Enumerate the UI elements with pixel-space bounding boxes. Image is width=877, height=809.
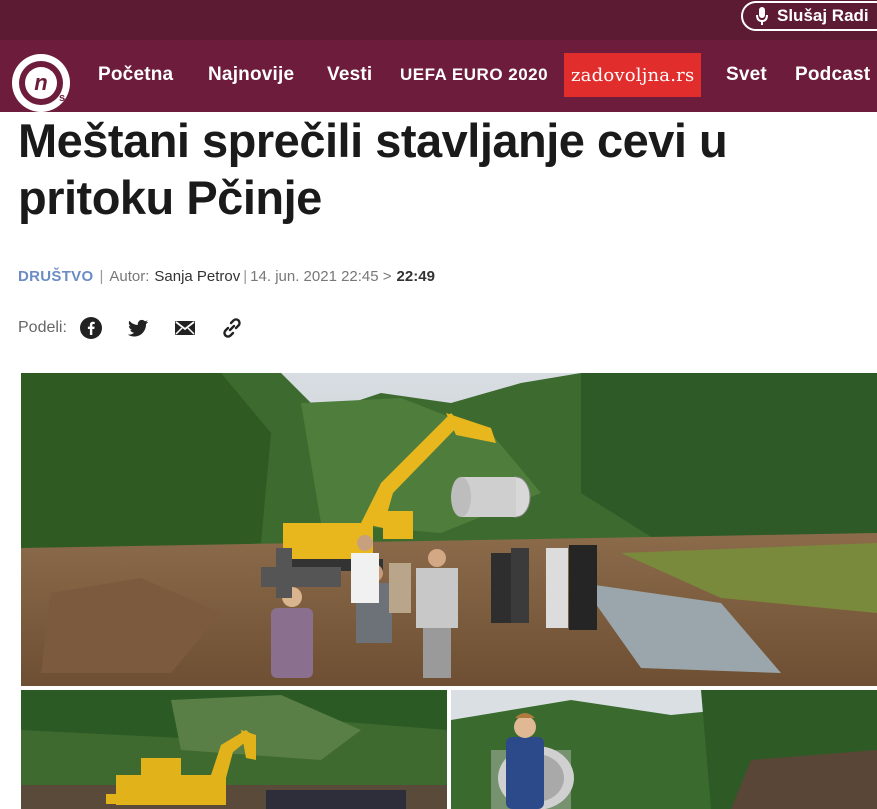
share-label: Podeli:	[18, 319, 67, 336]
meta-divider: |	[99, 268, 104, 285]
listen-radio-button[interactable]: Slušaj Radi	[741, 1, 877, 31]
nav-item-zadovoljna[interactable]: zadovoljna.rs	[564, 53, 702, 97]
article-photo-child[interactable]	[451, 690, 877, 809]
published-time: 14. jun. 2021 22:45 >	[250, 268, 392, 285]
article-title: Meštani sprečili stavljanje cevi u prito…	[18, 114, 728, 224]
site-logo[interactable]: n s	[10, 52, 72, 114]
link-icon[interactable]	[220, 316, 244, 340]
article-photo-excavator[interactable]	[21, 690, 447, 809]
nav-item-svet[interactable]: Svet	[726, 40, 767, 110]
nav-item-pocetna[interactable]: Početna	[98, 40, 173, 110]
article-author[interactable]: Sanja Petrov	[154, 268, 240, 285]
microphone-icon	[756, 7, 768, 25]
logo-letter: n	[34, 70, 47, 95]
share-bar: Podeli:	[18, 316, 267, 340]
updated-time: 22:49	[396, 268, 435, 285]
article-meta: DRUŠTVO | Autor: Sanja Petrov | 14. jun.…	[18, 268, 435, 285]
nav-item-najnovije[interactable]: Najnovije	[208, 40, 294, 110]
author-label: Autor:	[109, 268, 150, 285]
twitter-icon[interactable]	[126, 316, 150, 340]
email-icon[interactable]	[173, 316, 197, 340]
article-category[interactable]: DRUŠTVO	[18, 268, 93, 285]
facebook-icon[interactable]	[79, 316, 103, 340]
nav-item-vesti[interactable]: Vesti	[327, 40, 372, 110]
svg-text:s: s	[59, 92, 65, 104]
meta-divider: |	[243, 268, 248, 285]
article-main-photo[interactable]	[21, 373, 877, 686]
nav-item-euro-2020[interactable]: UEFA EURO 2020	[400, 40, 548, 110]
listen-radio-label: Slušaj Radi	[777, 6, 869, 25]
nav-item-podcast[interactable]: Podcast	[795, 40, 870, 110]
